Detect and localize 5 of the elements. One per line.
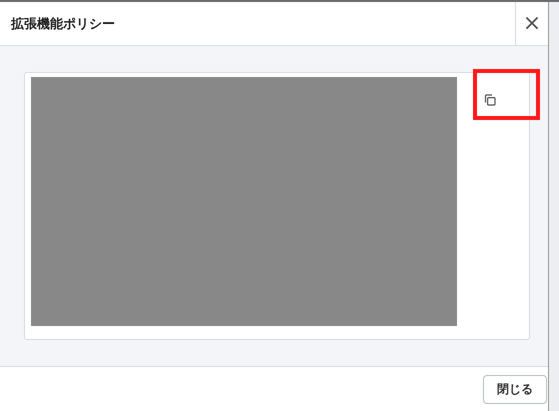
copy-icon [484, 94, 496, 106]
highlight-frame [473, 69, 540, 120]
close-dialog-button[interactable]: 閉じる [483, 374, 547, 404]
copy-button[interactable] [482, 92, 498, 108]
dialog-title: 拡張機能ポリシー [10, 16, 116, 34]
